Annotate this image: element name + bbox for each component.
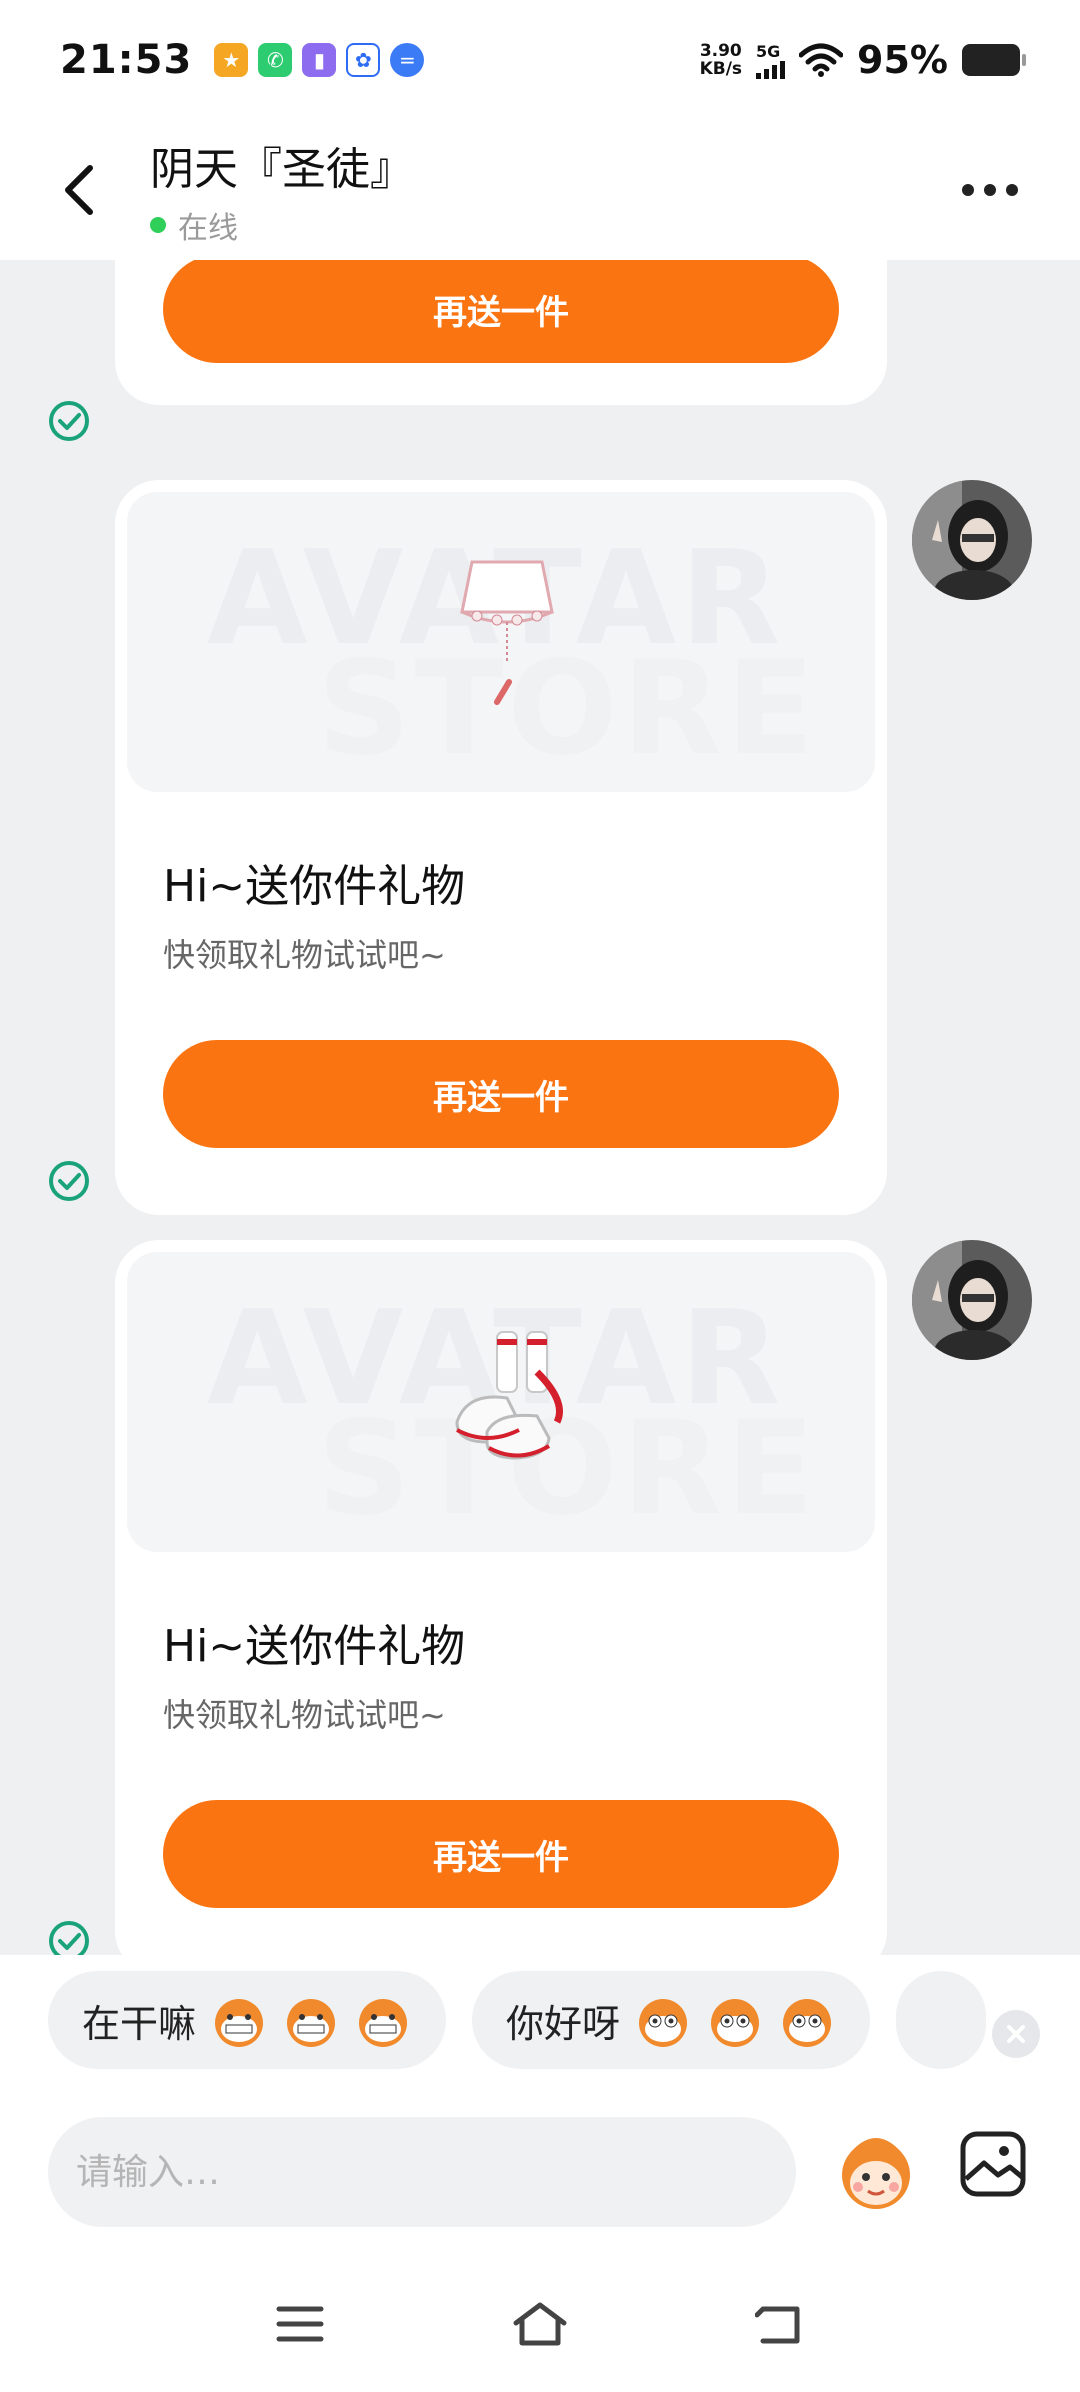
read-check-icon xyxy=(49,1161,89,1201)
menu-nav-button[interactable] xyxy=(265,2289,335,2359)
battery-percent: 95% xyxy=(857,38,948,82)
contact-name: 阴天『圣徒』 xyxy=(150,144,414,195)
gift-message-card[interactable]: AVATAR STORE Hi~送你件礼物 快领取礼物试试吧~ 再送一件 xyxy=(115,480,887,1215)
grin-mascot-icon xyxy=(287,1999,336,2047)
chat-header: 阴天『圣徒』 在线 xyxy=(0,120,1080,260)
more-options-button[interactable] xyxy=(950,160,1030,220)
quick-reply-text: 在干嘛 xyxy=(82,2001,197,2046)
sender-avatar[interactable] xyxy=(912,480,1032,600)
wink-mascot-icon xyxy=(711,1999,760,2047)
wifi-icon xyxy=(799,43,844,77)
online-dot-icon xyxy=(150,217,166,233)
back-nav-icon xyxy=(755,2306,800,2343)
image-picker-button[interactable] xyxy=(958,2129,1028,2199)
signal-icon: 5G xyxy=(756,42,786,79)
notification-icons: ★ ✆ ▮ ✿ = xyxy=(214,43,425,77)
quick-reply-text: 你好呀 xyxy=(506,2001,621,2046)
wink-mascot-icon xyxy=(783,1999,832,2047)
battery-icon xyxy=(962,44,1026,76)
back-nav-button[interactable] xyxy=(745,2289,815,2359)
gift-image-area: AVATAR STORE xyxy=(127,1252,875,1552)
send-again-button[interactable]: 再送一件 xyxy=(163,1040,839,1148)
chart-notification-icon: ▮ xyxy=(302,43,337,77)
quick-reply-chip[interactable]: 你好呀 xyxy=(472,1971,871,2069)
home-icon xyxy=(513,2302,567,2345)
contact-info[interactable]: 阴天『圣徒』 在线 xyxy=(150,133,414,247)
message-list[interactable]: 再送一件 AVATAR STORE xyxy=(0,260,1080,1960)
avatar-photo-icon xyxy=(912,1240,1032,1360)
gift-subtitle: 快领取礼物试试吧~ xyxy=(163,936,446,974)
quick-reply-chip-partial[interactable] xyxy=(896,1971,987,2069)
quick-reply-bar: 在干嘛 你好呀 xyxy=(0,1955,1080,2085)
gift-title: Hi~送你件礼物 xyxy=(163,861,466,912)
chat-screen: 21:53 ★ ✆ ▮ ✿ = 3.90 KB/s 5G 95% 阴天『圣徒』 … xyxy=(0,0,1080,2392)
quick-reply-chip[interactable]: 在干嘛 xyxy=(48,1971,447,2069)
send-again-button[interactable]: 再送一件 xyxy=(163,260,839,363)
paw-notification-icon: ✿ xyxy=(346,43,381,77)
mascot-emoji-button[interactable] xyxy=(830,2123,922,2215)
composer xyxy=(0,2085,1080,2255)
gift-message-card: 再送一件 xyxy=(115,260,887,405)
app-notification-icon: ★ xyxy=(214,43,249,77)
sender-avatar[interactable] xyxy=(912,1240,1032,1360)
status-bar: 21:53 ★ ✆ ▮ ✿ = 3.90 KB/s 5G 95% xyxy=(0,0,1080,120)
shoes-gift-icon xyxy=(455,1331,563,1460)
back-button[interactable] xyxy=(40,150,120,230)
home-nav-button[interactable] xyxy=(505,2289,575,2359)
skirt-gift-icon xyxy=(460,560,554,705)
gift-image-area: AVATAR STORE xyxy=(127,492,875,792)
avatar-photo-icon xyxy=(912,480,1032,600)
read-check-icon xyxy=(49,401,89,441)
status-right: 3.90 KB/s 5G 95% xyxy=(699,38,1026,82)
online-status: 在线 xyxy=(150,203,414,247)
message-input[interactable] xyxy=(48,2117,796,2227)
chevron-left-icon xyxy=(65,165,93,215)
online-status-text: 在线 xyxy=(178,211,238,246)
network-speed: 3.90 KB/s xyxy=(699,41,743,79)
send-again-button[interactable]: 再送一件 xyxy=(163,1800,839,1908)
close-quick-replies-button[interactable] xyxy=(992,2010,1040,2058)
grin-mascot-icon xyxy=(359,1999,408,2047)
phone-notification-icon: ✆ xyxy=(258,43,293,77)
menu-icon xyxy=(276,2306,324,2341)
read-check-icon xyxy=(49,1921,89,1960)
gift-subtitle: 快领取礼物试试吧~ xyxy=(163,1696,446,1734)
message-notification-icon: = xyxy=(390,43,425,77)
system-navigation-bar xyxy=(0,2255,1080,2392)
more-dot-icon xyxy=(962,184,974,196)
gift-title: Hi~送你件礼物 xyxy=(163,1621,466,1672)
gift-message-card[interactable]: AVATAR STORE Hi~送你件礼物 快领取礼物试试吧~ 再送一件 xyxy=(115,1240,887,1960)
close-icon xyxy=(1007,2025,1025,2043)
wink-mascot-icon xyxy=(639,1999,688,2047)
grin-mascot-icon xyxy=(215,1999,264,2047)
status-time: 21:53 xyxy=(60,37,193,83)
